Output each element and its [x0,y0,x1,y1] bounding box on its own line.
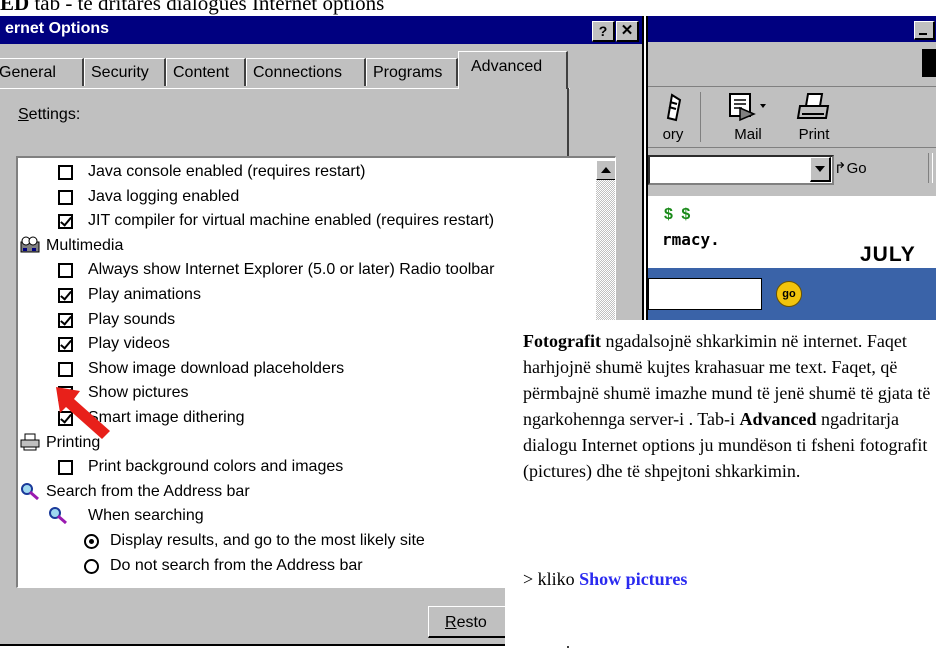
toolbar-mail-button[interactable]: Mail [726,92,770,143]
callout-paragraph: Fotografit ngadalsojnë shkarkimin në int… [523,328,931,484]
callout-bold-lead: Fotografit [523,331,601,351]
page-heading-fragment: rmacy. [662,230,720,249]
go-arrow-icon: ↱ [834,160,847,177]
page-caption: ED tab - te dritares dialogues Internet … [0,0,384,16]
callout-instruction: > kliko Show pictures [523,566,687,592]
callout-action-link: Show pictures [579,569,688,589]
throbber-icon [922,49,936,77]
dialog-title: ernet Options [5,20,110,37]
tab-security[interactable]: Security [84,58,166,86]
toolbar-print-label: Print [798,126,830,143]
tab-connections[interactable]: Connections [246,58,366,86]
help-button[interactable]: ? [592,21,615,42]
radio-button[interactable] [84,558,99,574]
red-arrow-icon [56,387,110,439]
checkbox[interactable] [58,165,73,180]
toolbar-history-label: ory [662,126,684,143]
tab-label: General [0,64,56,81]
print-icon [796,93,830,119]
settings-label: Settings: [18,106,80,124]
toolbar-print-button[interactable]: Print [796,92,832,143]
setting-label: Java logging enabled [88,187,240,205]
callout-bold-mid: Advanced [739,409,817,429]
setting-jit-compiler-for-virtual-machine-enabled[interactable]: JIT compiler for virtual machine enabled… [18,209,594,233]
settings-label-rest: ettings: [28,106,81,123]
go-label: Go [846,160,867,177]
minimize-button[interactable] [914,21,935,40]
page-go-button[interactable]: go [776,281,802,307]
setting-java-console-enabled-requires-restart[interactable]: Java console enabled (requires restart) [18,160,594,184]
toolbar-separator [928,153,933,183]
setting-java-logging-enabled[interactable]: Java logging enabled [18,185,594,209]
tab-label: Content [173,64,230,81]
close-button[interactable]: ✕ [616,21,639,42]
setting-label: Show image download placeholders [88,359,345,377]
setting-label: Play sounds [88,310,176,328]
checkbox[interactable] [58,214,73,230]
address-dropdown-button[interactable] [810,157,831,182]
setting-always-show-internet-explorer-5-0-or-lat[interactable]: Always show Internet Explorer (5.0 or la… [18,258,594,282]
setting-label: When searching [88,507,204,525]
tab-programs[interactable]: Programs [366,58,458,86]
settings-group-multimedia: Multimedia [18,234,594,258]
tab-label: Programs [373,64,443,81]
callout-action-prefix: > kliko [523,569,580,589]
setting-label: Always show Internet Explorer (5.0 or la… [88,261,495,279]
setting-label: Play videos [88,335,170,353]
tab-advanced[interactable]: Advanced [458,51,568,89]
setting-label: Display results, and go to the most like… [110,532,425,549]
restore-accel: R [445,614,457,631]
caption-text: tab - te dritares dialogues Internet opt… [29,0,385,15]
checkbox[interactable] [58,288,73,303]
tab-label: Security [91,64,149,81]
tab-label: Advanced [471,58,543,75]
setting-label: Java console enabled (requires restart) [88,163,366,180]
tab-general[interactable]: General [0,58,84,86]
setting-label: Play animations [88,286,201,303]
toolbar-history-button[interactable]: ory [658,92,688,143]
browser-titlebar [648,16,936,42]
setting-label: Search from the Address bar [46,482,250,500]
mail-icon [729,93,766,122]
checkbox[interactable] [58,460,73,476]
toolbar-mail-label: Mail [734,126,762,143]
setting-label: Multimedia [46,236,124,254]
page-dollars-text: $ $ [664,206,693,223]
toolbar-separator [700,92,701,142]
tab-content[interactable]: Content [166,58,246,86]
tab-label: Connections [253,64,342,81]
page-month-text: JULY [860,243,916,266]
explanation-callout: Fotografit ngadalsojnë shkarkimin në int… [505,320,936,646]
setting-label: Print background colors and images [88,458,344,476]
history-icon [666,93,682,122]
magnifier-icon [48,506,70,526]
magnifier-icon [20,482,42,502]
address-input[interactable] [648,155,834,185]
checkbox[interactable] [58,312,73,328]
restore-label-rest: esto [456,614,487,631]
checkbox[interactable] [58,337,73,353]
settings-accel: S [18,106,29,123]
caption-bold: ED [0,0,30,15]
scroll-up-button[interactable] [596,160,615,180]
checkbox[interactable] [58,189,73,205]
setting-label: JIT compiler for virtual machine enabled… [88,212,495,230]
go-button[interactable]: ↱Go [834,156,886,182]
setting-label: Do not search from the Address bar [110,556,363,574]
browser-toolbar [648,87,936,148]
browser-menubar [648,42,936,87]
checkbox[interactable] [58,263,73,279]
checkbox[interactable] [58,361,73,377]
setting-play-animations[interactable]: Play animations [18,283,594,307]
page-search-input[interactable] [648,278,762,310]
multimedia-icon [20,236,42,256]
radio-button[interactable] [84,534,99,549]
printer-icon [20,433,42,453]
